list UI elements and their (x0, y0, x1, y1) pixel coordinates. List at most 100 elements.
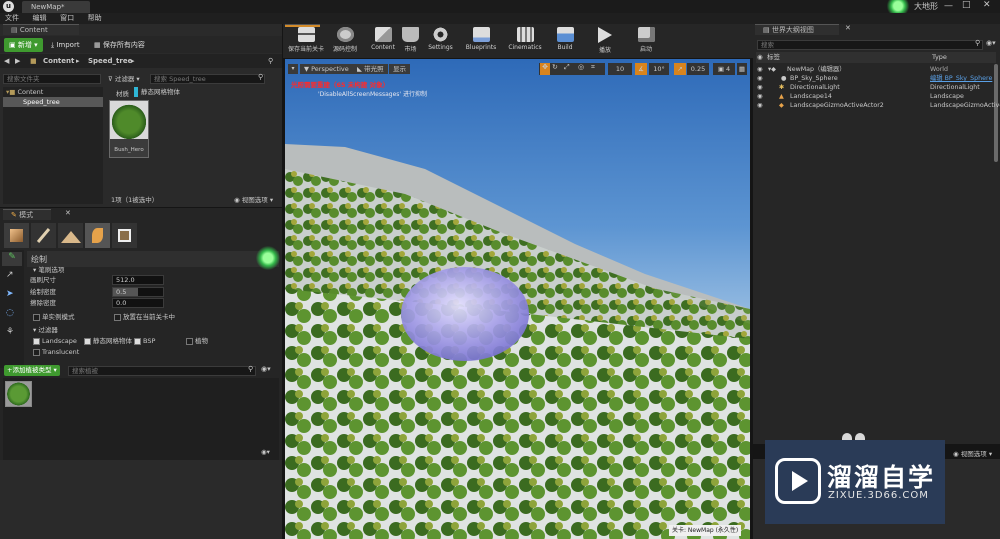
menu-edit[interactable]: 编辑 (33, 14, 47, 22)
back-icon[interactable]: ◀ (4, 54, 9, 68)
visibility-eye-icon[interactable]: ◉ (757, 92, 763, 101)
mode-tool-foliage[interactable] (85, 223, 110, 248)
launch-button[interactable]: 启动 (633, 24, 659, 57)
modes-tab[interactable]: ✎ 模式 (3, 209, 51, 220)
source-control-button[interactable]: 源码控制 (330, 24, 360, 57)
build-button[interactable]: Build (554, 24, 576, 57)
lock-icon[interactable]: ⚲ (268, 54, 273, 68)
place-current-level-checkbox[interactable]: 放置在当前关卡中 (114, 312, 175, 322)
foliage-view-icon[interactable]: ◉▾ (261, 365, 271, 373)
row-type-link[interactable]: 编辑 BP_Sky_Sphere (930, 74, 992, 83)
world-icon[interactable]: ◎ (578, 63, 584, 71)
scale-snap-value[interactable]: 0.25 (687, 63, 709, 75)
outliner-row-directional-light[interactable]: ◉ ✱ DirectionalLight DirectionalLight (757, 83, 997, 92)
filter-static-mesh-checkbox[interactable]: 静态网格物体 (84, 336, 132, 346)
fill-tool-icon[interactable]: ⚘ (6, 327, 14, 337)
visibility-eye-icon[interactable]: ◉ (757, 74, 763, 83)
breadcrumb-speed-tree[interactable]: Speed_tree (88, 54, 132, 68)
show-button[interactable]: 显示 (389, 64, 410, 74)
green-help-icon[interactable] (256, 246, 280, 270)
filter-foliage-checkbox[interactable]: 植物 (186, 336, 208, 346)
maximize-viewport-icon[interactable]: ▦ (737, 63, 747, 75)
mode-tool-geometry[interactable] (112, 223, 137, 248)
blueprints-button[interactable]: Blueprints (465, 24, 497, 57)
outliner-row-sky-sphere[interactable]: ◉ ● BP_Sky_Sphere 编辑 BP_Sky_Sphere (757, 74, 997, 83)
filter-chip-static-mesh[interactable]: 静态网格物体 (134, 87, 180, 97)
level-tab[interactable]: NewMap* (22, 1, 90, 13)
help-icon[interactable]: ◉▾ (261, 448, 270, 456)
outliner-row-landscape[interactable]: ◉ ▲ Landscape14 Landscape (757, 92, 997, 101)
close-tab-icon[interactable]: ✕ (65, 209, 71, 217)
tree-item-speed-tree[interactable]: Speed_tree (3, 97, 103, 107)
paint-tool-icon[interactable]: ✎ (2, 252, 22, 266)
perspective-button[interactable]: ▼ Perspective (300, 64, 353, 74)
rotate-icon[interactable]: ↻ (552, 63, 558, 71)
foliage-search-input[interactable]: 搜索植被 (68, 366, 256, 376)
visibility-eye-icon[interactable]: ◉ (757, 65, 763, 74)
mode-tool-paint[interactable] (31, 223, 56, 248)
col-visibility-icon[interactable]: ◉ (757, 52, 763, 63)
save-all-button[interactable]: ▦ 保存所有内容 (89, 38, 150, 52)
import-button[interactable]: ⤓ Import (46, 38, 85, 52)
rotation-snap-value[interactable]: 10° (649, 63, 669, 75)
view-options-button[interactable]: ◉ 视图选项 ▾ (234, 194, 273, 204)
filter-chip-material[interactable]: 材质 (116, 88, 129, 98)
lit-button[interactable]: ◣ 带光照 (353, 64, 388, 74)
ue-logo-icon[interactable]: u (3, 1, 14, 12)
camera-speed[interactable]: ▣ 4 (713, 63, 735, 75)
paint-density-field[interactable]: 0.5 (112, 287, 164, 297)
col-type[interactable]: Type (932, 52, 947, 63)
viewport-menu-icon[interactable]: ▾ (288, 64, 298, 74)
reapply-tool-icon[interactable]: ↗ (6, 270, 14, 280)
scale-snap-icon[interactable]: ↗ (674, 63, 686, 75)
add-new-button[interactable]: ▣ 新增 ▾ (4, 38, 43, 52)
visibility-eye-icon[interactable]: ◉ (757, 83, 763, 92)
outliner-tab[interactable]: ▤ 世界大纲视图 (755, 24, 839, 35)
visibility-eye-icon[interactable]: ◉ (757, 101, 763, 110)
add-foliage-type-button[interactable]: +添加植被类型 ▾ (4, 365, 60, 376)
mode-tool-place[interactable] (4, 223, 29, 248)
content-button[interactable]: Content (370, 24, 396, 57)
filters-dropdown[interactable]: ⊽ 过滤器 ▾ (108, 74, 140, 84)
surface-snap-icon[interactable]: ⌗ (591, 63, 595, 72)
play-button[interactable]: 播放 (595, 24, 615, 57)
forward-icon[interactable]: ▶ (15, 54, 20, 68)
brush-size-field[interactable]: 512.0 (112, 275, 164, 285)
save-level-button[interactable]: 保存当前关卡 (285, 24, 327, 57)
filter-translucent-checkbox[interactable]: Translucent (33, 347, 79, 357)
lasso-tool-icon[interactable]: ◌ (6, 308, 14, 318)
minimize-icon[interactable]: — (944, 1, 953, 11)
foliage-type-tile[interactable] (5, 381, 32, 407)
menu-window[interactable]: 窗口 (60, 14, 74, 22)
settings-button[interactable]: Settings (427, 24, 454, 57)
single-instance-checkbox[interactable]: 单实例模式 (33, 312, 75, 322)
marketplace-button[interactable]: 市场 (399, 24, 422, 57)
tree-item-content[interactable]: ▾■ Content (3, 87, 103, 97)
asset-search-input[interactable]: 搜索 Speed_tree (150, 74, 265, 84)
translate-icon[interactable]: ✥ (540, 63, 550, 75)
filter-bsp-checkbox[interactable]: BSP (134, 336, 155, 346)
close-icon[interactable]: ✕ (983, 0, 991, 10)
outliner-view-options[interactable]: ◉ 视图选项 ▾ (953, 448, 992, 458)
outliner-row-gizmo[interactable]: ◉ ◆ LandscapeGizmoActiveActor2 Landscape… (757, 101, 1000, 110)
select-tool-icon[interactable]: ➤ (6, 289, 14, 299)
content-browser-tab[interactable]: ▤ Content Browser (3, 24, 79, 45)
maximize-icon[interactable]: □ (962, 0, 971, 10)
outliner-settings-icon[interactable]: ◉▾ (986, 39, 996, 47)
scale-icon[interactable]: ⤢ (564, 63, 570, 72)
outliner-search-input[interactable]: 搜索 (757, 40, 983, 50)
menu-help[interactable]: 帮助 (88, 14, 102, 22)
asset-tile[interactable]: Bush_Hero (109, 100, 149, 158)
folder-search-input[interactable]: 搜索文件夹 (3, 74, 101, 84)
breadcrumb-content[interactable]: Content (43, 54, 74, 68)
erase-density-field[interactable]: 0.0 (112, 298, 164, 308)
outliner-row-world[interactable]: ◉ ▾◆ NewMap（编辑器） World (757, 65, 997, 74)
cinematics-button[interactable]: Cinematics (507, 24, 543, 57)
col-label[interactable]: 标签 (767, 52, 780, 63)
mode-tool-landscape[interactable] (58, 223, 83, 248)
rotation-snap-icon[interactable]: ∡ (635, 63, 647, 75)
grid-snap-value[interactable]: 10 (608, 63, 632, 75)
close-tab-icon[interactable]: ✕ (845, 24, 851, 32)
viewport[interactable]: ▾ ▼ Perspective ◣ 带光照 显示 光照需要重建（65 未构建 对… (285, 59, 750, 539)
filter-landscape-checkbox[interactable]: Landscape (33, 336, 77, 346)
